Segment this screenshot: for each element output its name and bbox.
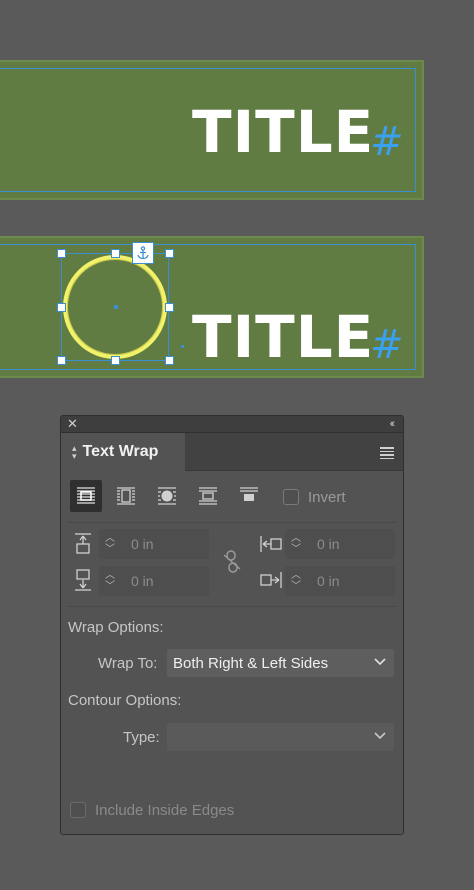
wrap-around-bounding-box-button[interactable]	[110, 480, 142, 512]
tab-text-wrap[interactable]: ▴ ▾ Text Wrap	[61, 433, 185, 471]
invert-checkbox[interactable]	[283, 489, 299, 505]
text-wrap-panel: ✕ ‹‹ ▴ ▾ Text Wrap Invert ︿ ﹀ 0 in ︿ ﹀ 0…	[60, 415, 404, 835]
resize-handle-top-left[interactable]	[57, 249, 66, 258]
resize-handle-middle-right[interactable]	[165, 303, 174, 312]
no-text-wrap-icon	[77, 487, 95, 504]
wrap-around-object-shape-icon	[158, 487, 176, 505]
text-wrap-dot	[181, 345, 184, 348]
contour-type-dropdown[interactable]	[167, 723, 394, 751]
title-text-top: TITLE	[192, 98, 375, 166]
bottom-offset-field[interactable]: ︿ ﹀ 0 in	[99, 566, 209, 596]
right-offset-stepper[interactable]: ︿ ﹀	[285, 566, 307, 596]
no-text-wrap-button[interactable]	[70, 480, 102, 512]
top-offset-field[interactable]: ︿ ﹀ 0 in	[99, 529, 209, 559]
include-inside-edges-label: Include Inside Edges	[95, 802, 235, 819]
jump-object-button[interactable]	[192, 480, 224, 512]
left-offset-icon	[260, 536, 282, 552]
wrap-around-object-shape-button[interactable]	[151, 480, 183, 512]
wrap-options-heading: Wrap Options:	[68, 619, 164, 636]
tab-label: Text Wrap	[82, 443, 159, 460]
top-offset-stepper[interactable]: ︿ ﹀	[99, 529, 121, 559]
end-of-story-marker-bottom: #	[370, 322, 404, 368]
anchored-object-icon[interactable]	[132, 242, 154, 264]
left-offset-stepper[interactable]: ︿ ﹀	[285, 529, 307, 559]
object-center-point	[114, 305, 118, 309]
panel-divider	[67, 606, 397, 607]
double-chevron-icon[interactable]: ‹‹	[390, 417, 396, 431]
right-offset-value: 0 in	[317, 573, 340, 589]
contour-options-heading: Contour Options:	[68, 692, 182, 709]
resize-handle-top-right[interactable]	[165, 249, 174, 258]
bottom-offset-stepper[interactable]: ︿ ﹀	[99, 566, 121, 596]
wrap-to-label: Wrap To:	[98, 655, 158, 672]
panel-options-toggle-icon[interactable]: ▴ ▾	[72, 444, 77, 461]
jump-object-icon	[199, 487, 217, 505]
right-offset-field[interactable]: ︿ ﹀ 0 in	[285, 566, 395, 596]
invert-label: Invert	[308, 489, 346, 506]
top-offset-icon	[75, 533, 91, 554]
panel-divider	[67, 522, 397, 523]
jump-to-next-column-icon	[240, 487, 258, 501]
top-offset-value: 0 in	[131, 536, 154, 552]
panel-menu-icon[interactable]	[380, 447, 394, 459]
end-of-story-marker-top: #	[370, 119, 404, 165]
type-label: Type:	[123, 729, 160, 746]
resize-handle-bottom-middle[interactable]	[111, 356, 120, 365]
wrap-to-value: Both Right & Left Sides	[173, 655, 329, 672]
jump-to-next-column-button[interactable]	[233, 480, 265, 512]
bottom-offset-icon	[75, 569, 91, 591]
left-offset-field[interactable]: ︿ ﹀ 0 in	[285, 529, 395, 559]
panel-title-bar[interactable]: ✕ ‹‹	[61, 416, 403, 433]
title-text-bottom: TITLE	[192, 303, 375, 371]
right-offset-icon	[260, 572, 282, 588]
resize-handle-bottom-left[interactable]	[57, 356, 66, 365]
link-broken-icon[interactable]	[221, 549, 243, 575]
close-icon[interactable]: ✕	[67, 417, 78, 431]
resize-handle-bottom-right[interactable]	[165, 356, 174, 365]
left-offset-value: 0 in	[317, 536, 340, 552]
wrap-to-dropdown[interactable]: Both Right & Left Sides	[167, 649, 394, 677]
resize-handle-top-middle[interactable]	[111, 249, 120, 258]
panel-tab-bar: ▴ ▾ Text Wrap	[61, 433, 403, 471]
resize-handle-middle-left[interactable]	[57, 303, 66, 312]
include-inside-edges-checkbox[interactable]	[70, 802, 86, 818]
bottom-offset-value: 0 in	[131, 573, 154, 589]
wrap-around-bounding-box-icon	[117, 487, 135, 505]
chevron-down-icon	[374, 658, 386, 666]
chevron-down-icon	[374, 732, 386, 740]
